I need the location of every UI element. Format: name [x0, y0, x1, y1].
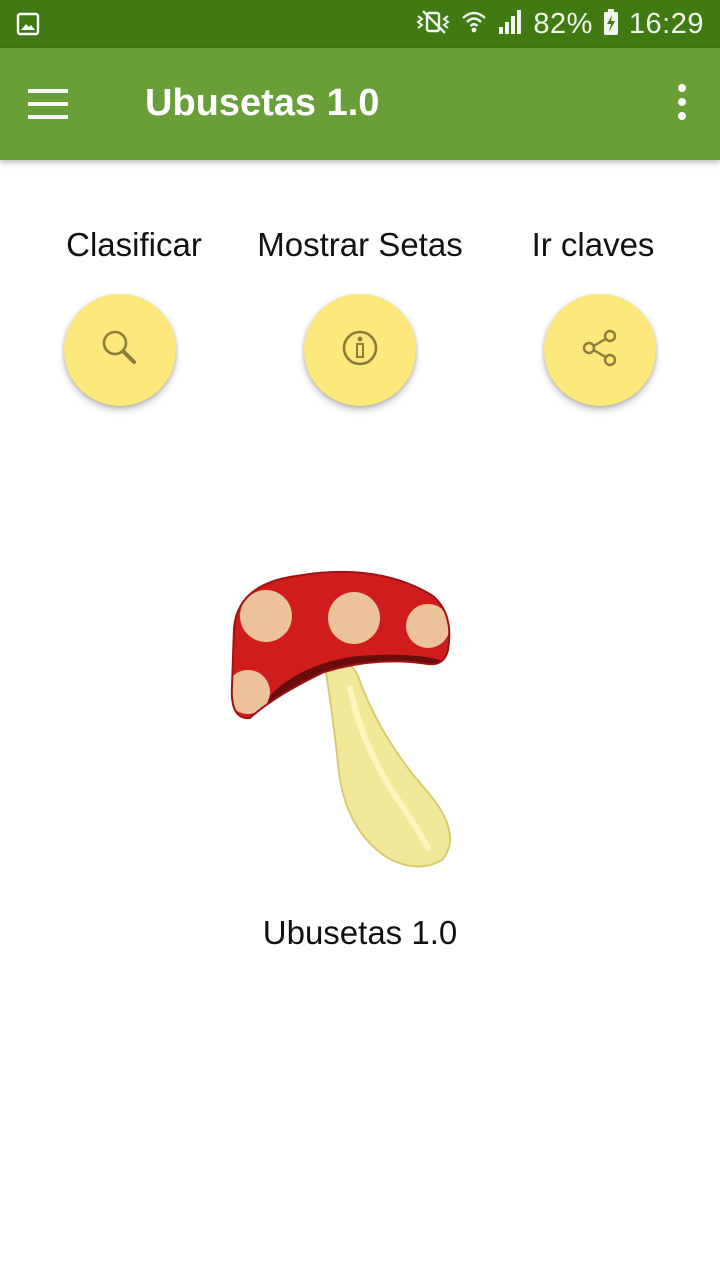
clasificar-button[interactable] [64, 294, 176, 406]
gallery-icon [16, 12, 40, 41]
more-vert-icon[interactable] [670, 82, 694, 126]
mostrar-setas-label: Mostrar Setas [257, 226, 463, 263]
wifi-icon [461, 9, 487, 40]
vibrate-mute-icon [415, 9, 451, 40]
search-icon [98, 326, 142, 375]
app-bar: Ubusetas 1.0 [0, 48, 720, 160]
clock: 16:29 [628, 7, 704, 40]
signal-icon [497, 9, 523, 40]
clasificar-label: Clasificar [66, 226, 202, 263]
logo-caption: Ubusetas 1.0 [262, 914, 458, 951]
ir-claves-label: Ir claves [531, 226, 655, 263]
app-title: Ubusetas 1.0 [145, 82, 380, 124]
mushroom-icon [228, 568, 460, 872]
hamburger-menu-icon[interactable] [20, 80, 76, 128]
status-bar: 82% 16:29 [0, 0, 720, 48]
share-icon [578, 326, 622, 375]
ir-claves-button[interactable] [544, 294, 656, 406]
mostrar-setas-button[interactable] [304, 294, 416, 406]
info-icon [340, 328, 380, 373]
battery-charging-icon [603, 8, 619, 41]
battery-percentage: 82% [533, 7, 593, 40]
